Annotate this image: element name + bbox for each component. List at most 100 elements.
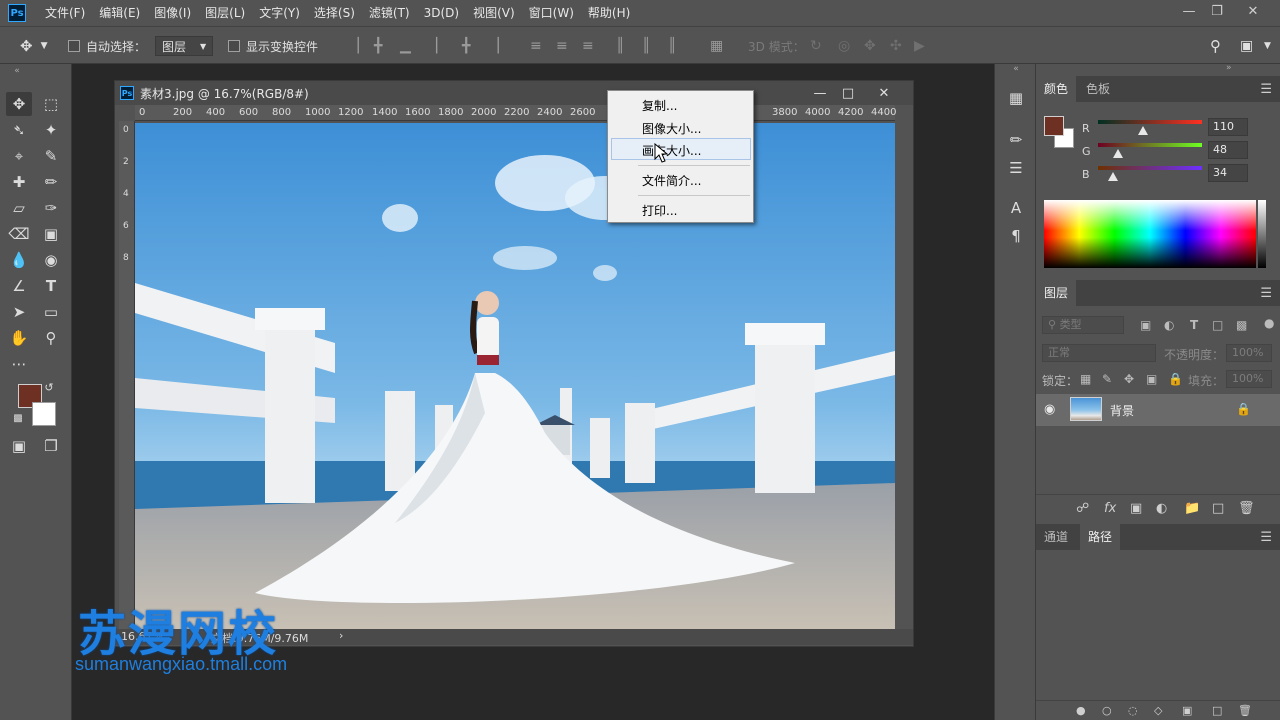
slider-thumb-g[interactable]	[1113, 149, 1123, 158]
distribute-left-icon[interactable]: ║	[616, 27, 624, 65]
tab-swatches[interactable]: 色板	[1078, 76, 1118, 102]
document-maximize-icon[interactable]: □	[833, 81, 863, 105]
layer-filter-dropdown[interactable]: ⚲ 类型	[1042, 316, 1124, 334]
grayscale-strip[interactable]	[1258, 200, 1266, 268]
zoom-tool-icon[interactable]: ⚲	[38, 326, 64, 350]
show-transform-checkbox[interactable]: 显示变换控件	[228, 27, 318, 65]
screen-mode-icon[interactable]: ❐	[38, 434, 64, 458]
search-icon[interactable]: ⚲	[1210, 27, 1221, 65]
lasso-tool-icon[interactable]: ➴	[6, 118, 32, 142]
filter-type-icon[interactable]: T	[1190, 318, 1198, 332]
lock-artboard-icon[interactable]: ▣	[1146, 372, 1157, 386]
auto-select-dropdown[interactable]: 图层 ▼	[155, 27, 214, 65]
panel-menu-icon[interactable]: ☰	[1260, 530, 1272, 545]
align-hcenter-icon[interactable]: ╋	[462, 27, 470, 65]
delete-path-icon[interactable]: 🗑	[1238, 704, 1252, 717]
slider-thumb-b[interactable]	[1108, 172, 1118, 181]
align-top-icon[interactable]: ▕	[348, 27, 359, 65]
panel-menu-icon[interactable]: ☰	[1260, 286, 1272, 301]
document-minimize-icon[interactable]: —	[805, 81, 835, 105]
layer-name[interactable]: 背景	[1110, 402, 1134, 419]
minimize-icon[interactable]: —	[1174, 0, 1204, 22]
distribute-vcenter-icon[interactable]: ≡	[556, 27, 568, 65]
distribute-right-icon[interactable]: ║	[668, 27, 676, 65]
collapse-icon[interactable]: «	[4, 66, 30, 76]
distribute-hcenter-icon[interactable]: ║	[642, 27, 650, 65]
opacity-field[interactable]: 100%	[1226, 344, 1272, 362]
menu-image[interactable]: 图像(I)	[147, 0, 198, 26]
horizontal-ruler[interactable]: 0 200 400 600 800 1000 1200 1400 1600 18…	[135, 105, 896, 121]
link-layers-icon[interactable]: ☍	[1076, 501, 1089, 516]
lock-transparent-icon[interactable]: ▦	[1080, 372, 1091, 386]
eraser-tool-icon[interactable]: ⌫	[6, 222, 32, 246]
menu-select[interactable]: 选择(S)	[307, 0, 362, 26]
swap-colors-icon[interactable]: ↺	[42, 380, 56, 394]
align-right-icon[interactable]: ▕	[488, 27, 499, 65]
3d-orbit-icon[interactable]: ↻	[810, 27, 822, 65]
new-group-icon[interactable]: 📁	[1184, 501, 1200, 516]
close-icon[interactable]: ✕	[1238, 0, 1268, 22]
3d-pan-icon[interactable]: ✥	[864, 27, 876, 65]
slider-g[interactable]	[1098, 143, 1202, 147]
lock-position-icon[interactable]: ✥	[1124, 372, 1134, 386]
value-g[interactable]: 48	[1208, 141, 1248, 159]
align-vcenter-icon[interactable]: ╋	[374, 27, 382, 65]
filter-pixel-icon[interactable]: ▣	[1140, 318, 1151, 332]
workspace-chevron-icon[interactable]: ▼	[1264, 27, 1271, 65]
quick-mask-icon[interactable]: ▣	[6, 434, 32, 458]
new-path-icon[interactable]: □	[1212, 704, 1222, 717]
value-r[interactable]: 110	[1208, 118, 1248, 136]
load-selection-icon[interactable]: ◌	[1128, 704, 1138, 717]
new-layer-icon[interactable]: □	[1212, 501, 1224, 516]
canvas-image[interactable]	[135, 123, 895, 629]
menu-item-duplicate[interactable]: 复制...	[642, 97, 677, 114]
gradient-tool-icon[interactable]: ▣	[38, 222, 64, 246]
value-b[interactable]: 34	[1208, 164, 1248, 182]
lock-pixels-icon[interactable]: ✎	[1102, 372, 1112, 386]
3d-roll-icon[interactable]: ◎	[838, 27, 850, 65]
dodge-tool-icon[interactable]: ◉	[38, 248, 64, 272]
filter-adjustment-icon[interactable]: ◐	[1164, 318, 1174, 332]
menu-item-canvas-size[interactable]: 画布大小...	[642, 142, 701, 159]
visibility-eye-icon[interactable]: ◉	[1044, 402, 1055, 417]
panel-menu-icon[interactable]: ☰	[1260, 82, 1272, 97]
marquee-tool-icon[interactable]: ⬚	[38, 92, 64, 116]
menu-3d[interactable]: 3D(D)	[417, 0, 466, 26]
align-left-icon[interactable]: ▏	[436, 27, 447, 65]
align-bottom-icon[interactable]: ▁	[400, 27, 411, 65]
history-panel-icon[interactable]: ▦	[1006, 88, 1026, 108]
fill-path-icon[interactable]: ●	[1076, 704, 1086, 717]
more-tools-icon[interactable]: ⋯	[6, 352, 32, 376]
color-spectrum[interactable]	[1044, 200, 1256, 268]
distribute-top-icon[interactable]: ≡	[530, 27, 542, 65]
tab-layers[interactable]: 图层	[1036, 280, 1077, 306]
slider-r[interactable]	[1098, 120, 1202, 124]
rectangle-tool-icon[interactable]: ▭	[38, 300, 64, 324]
filter-smart-object-icon[interactable]: ▩	[1236, 318, 1247, 332]
slider-b[interactable]	[1098, 166, 1202, 170]
filter-toggle-icon[interactable]: ●	[1264, 316, 1274, 330]
hand-tool-icon[interactable]: ✋	[6, 326, 32, 350]
restore-icon[interactable]: ❐	[1202, 0, 1232, 22]
workspace-icon[interactable]: ▣	[1240, 27, 1253, 65]
brush-settings-icon[interactable]: ✏	[1006, 130, 1026, 150]
magic-wand-tool-icon[interactable]: ✦	[38, 118, 64, 142]
make-path-icon[interactable]: ◇	[1154, 704, 1162, 717]
layer-style-icon[interactable]: fx	[1104, 501, 1116, 516]
vertical-ruler[interactable]: 0 2 4 6 8	[119, 121, 135, 629]
crop-tool-icon[interactable]: ⌖	[6, 144, 32, 168]
blur-tool-icon[interactable]: 💧	[6, 248, 32, 272]
blend-mode-dropdown[interactable]: 正常	[1042, 344, 1156, 362]
distribute-bottom-icon[interactable]: ≡	[582, 27, 594, 65]
paragraph-panel-icon[interactable]: ¶	[1006, 226, 1026, 246]
auto-select-checkbox[interactable]: 自动选择：	[68, 27, 146, 65]
auto-align-icon[interactable]: ▦	[710, 27, 723, 65]
add-mask-icon[interactable]: ▣	[1130, 501, 1142, 516]
3d-scale-icon[interactable]: ▶	[914, 27, 925, 65]
path-selection-tool-icon[interactable]: ➤	[6, 300, 32, 324]
default-colors-icon[interactable]: ▩	[12, 412, 24, 424]
menu-item-image-size[interactable]: 图像大小...	[642, 120, 701, 137]
brush-tool-icon[interactable]: ✏	[38, 170, 64, 194]
filter-shape-icon[interactable]: □	[1212, 318, 1223, 332]
menu-item-file-info[interactable]: 文件简介...	[642, 172, 701, 189]
